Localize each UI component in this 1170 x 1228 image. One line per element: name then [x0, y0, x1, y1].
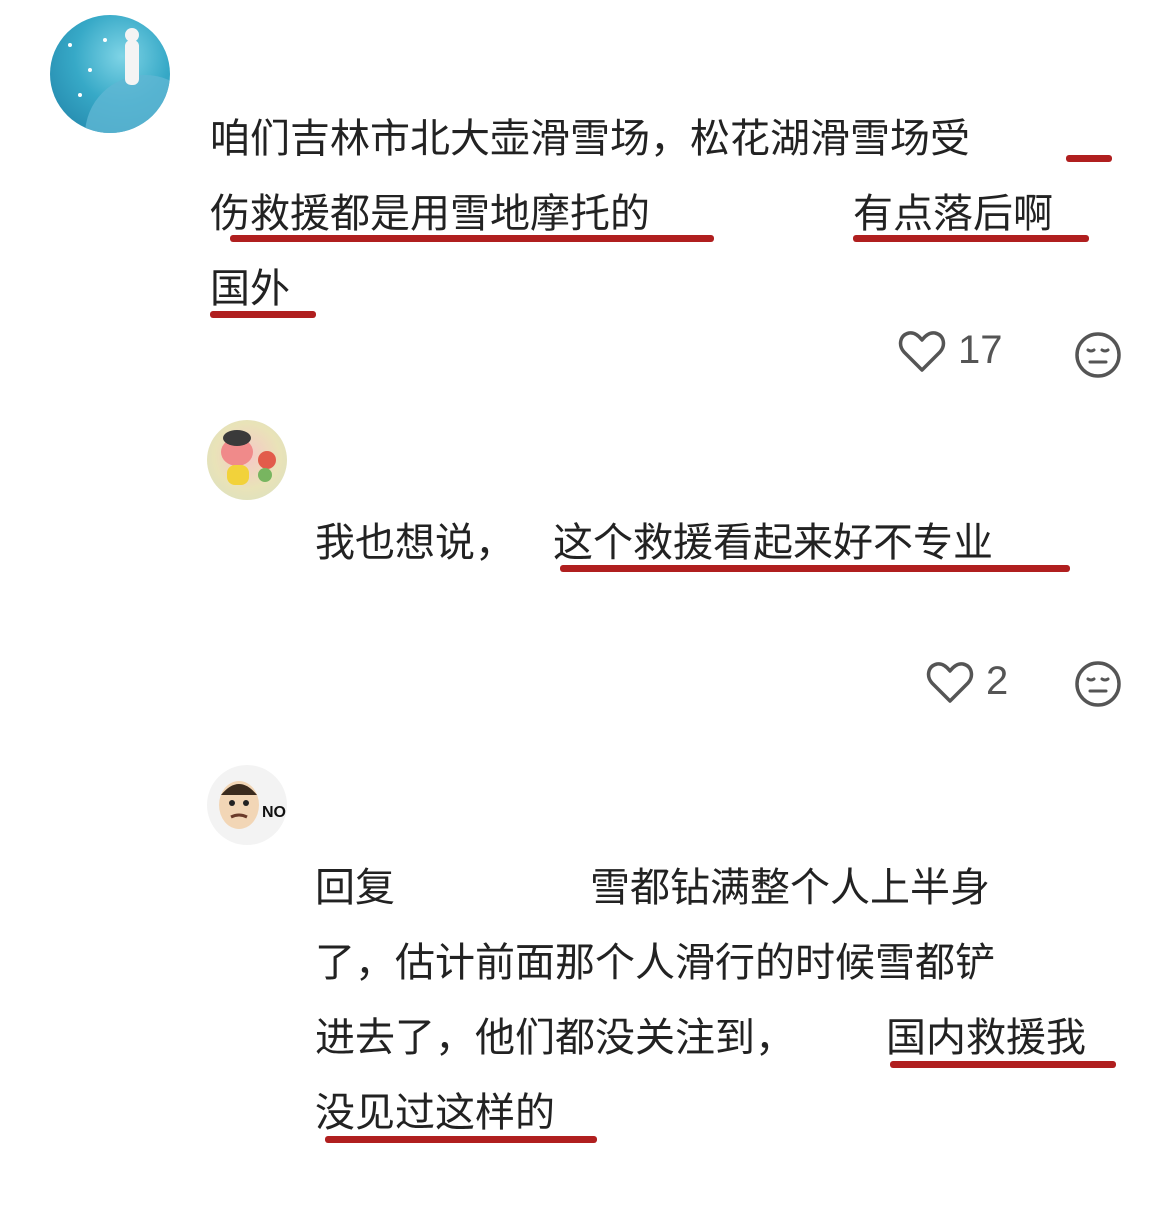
like-count: 2: [986, 659, 1009, 703]
neutral-face-icon[interactable]: [1074, 331, 1122, 379]
avatar[interactable]: NO: [207, 765, 287, 845]
underline-mark: [210, 311, 316, 318]
underline-mark: [230, 235, 714, 242]
underline-mark: [1066, 155, 1112, 162]
comment-text-line: 雪都钻满整个人上半身: [590, 865, 990, 911]
underline-mark: [560, 565, 1070, 572]
underline-mark: [890, 1061, 1116, 1068]
avatar-image: NO: [219, 781, 286, 829]
comment-text-line: 有点落后啊: [853, 191, 1053, 237]
comment-text-line: 伤救援都是用雪地摩托的: [210, 191, 650, 237]
heart-outline-icon: [898, 330, 946, 372]
comment-text-line: 国内救援我: [886, 1015, 1086, 1061]
underline-mark: [325, 1136, 597, 1143]
comment-text-line: 了，估计前面那个人滑行的时候雪都铲: [315, 940, 995, 986]
neutral-face-icon[interactable]: [1074, 660, 1122, 708]
avatar-badge: NO: [262, 804, 286, 821]
comment-text-line: 进去了，他们都没关注到，: [315, 1015, 795, 1061]
like-count: 17: [958, 328, 1003, 372]
heart-outline-icon: [926, 661, 974, 703]
comment-text-line: 我也想说，: [315, 520, 515, 566]
comment-text-line: 国外: [210, 266, 290, 312]
underline-mark: [853, 235, 1089, 242]
like-button[interactable]: 17: [898, 328, 1003, 373]
avatar-image: [68, 28, 170, 133]
avatar-image: [221, 430, 276, 485]
comment-text-line: 这个救援看起来好不专业: [553, 520, 993, 566]
avatar[interactable]: [207, 420, 287, 500]
comment-text-line: 回复: [315, 865, 395, 911]
comment-text-line: 没见过这样的: [315, 1090, 555, 1136]
avatar[interactable]: [50, 15, 170, 133]
comment-text-line: 咱们吉林市北大壶滑雪场，松花湖滑雪场受: [210, 116, 970, 162]
like-button[interactable]: 2: [926, 659, 1008, 704]
